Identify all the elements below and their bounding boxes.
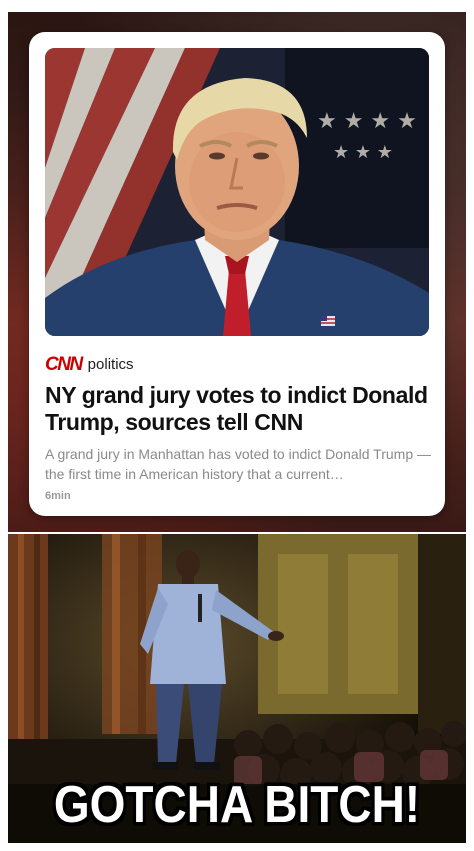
- article-headline[interactable]: NY grand jury votes to indict Donald Tru…: [45, 382, 435, 436]
- svg-text:★ ★ ★: ★ ★ ★: [333, 142, 393, 163]
- svg-text:★ ★ ★ ★: ★ ★ ★ ★: [317, 109, 417, 134]
- section-label: politics: [87, 355, 134, 373]
- meme-caption: GOTCHA BITCH!: [53, 774, 421, 834]
- news-card[interactable]: ★ ★ ★ ★ ★ ★ ★ CNN politics NY grand jury…: [29, 32, 445, 516]
- cnn-logo: CNN: [45, 353, 83, 375]
- article-photo-illustration: ★ ★ ★ ★ ★ ★ ★: [45, 48, 429, 336]
- top-panel: ★ ★ ★ ★ ★ ★ ★ CNN politics NY grand jury…: [8, 12, 466, 532]
- article-timestamp: 6min: [45, 490, 71, 502]
- article-source: CNN politics: [45, 352, 134, 376]
- article-photo[interactable]: ★ ★ ★ ★ ★ ★ ★: [45, 48, 429, 336]
- article-summary: A grand jury in Manhattan has voted to i…: [45, 446, 431, 482]
- meme-panel: GOTCHA BITCH!: [8, 534, 466, 843]
